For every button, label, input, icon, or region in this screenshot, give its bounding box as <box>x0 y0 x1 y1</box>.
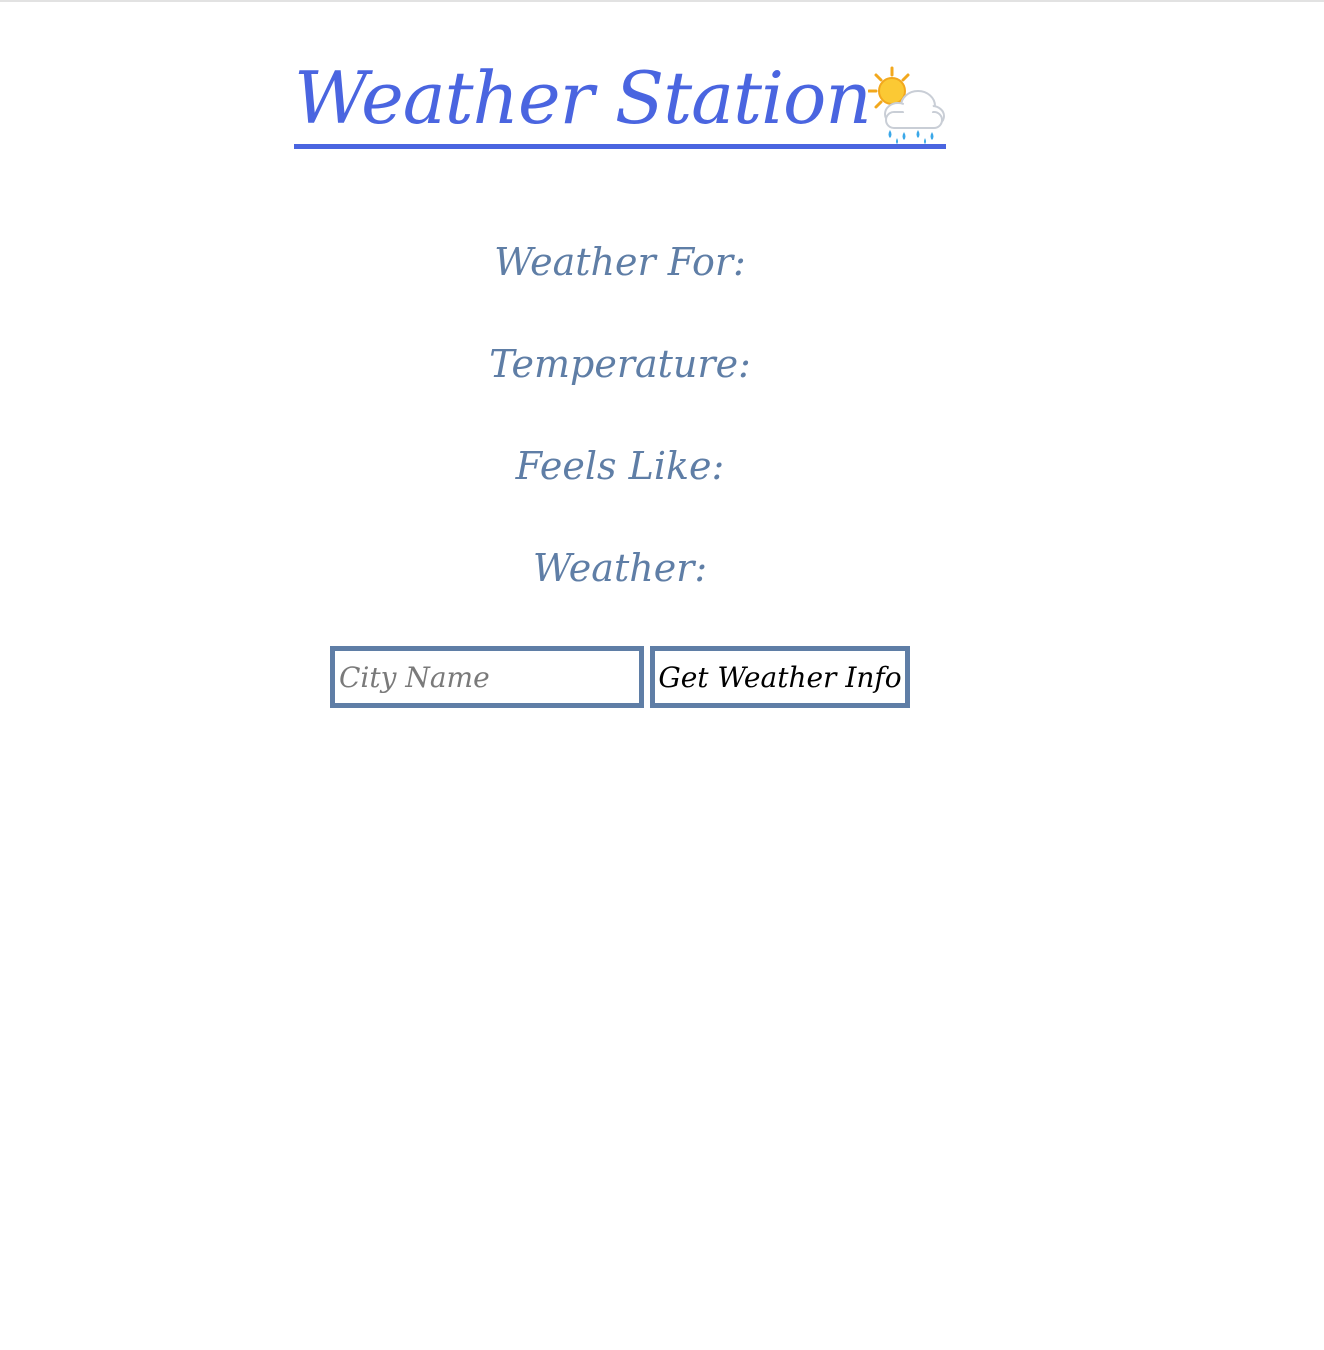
title-underline <box>294 144 946 149</box>
temperature-label: Temperature: <box>489 342 751 386</box>
top-divider <box>0 0 1324 2</box>
weather-condition-label: Weather: <box>532 546 708 590</box>
sun-behind-rain-cloud-icon <box>867 66 946 146</box>
weather-for-label: Weather For: <box>494 240 746 284</box>
feels-like-label: Feels Like: <box>515 444 725 488</box>
get-weather-info-button[interactable]: Get Weather Info <box>650 646 910 708</box>
page-title: Weather Station <box>294 56 872 140</box>
weather-station-page: Weather Station Weather For: Temperature… <box>0 0 1324 1350</box>
page-title-link[interactable]: Weather Station <box>294 52 946 152</box>
city-name-input[interactable] <box>330 646 644 708</box>
